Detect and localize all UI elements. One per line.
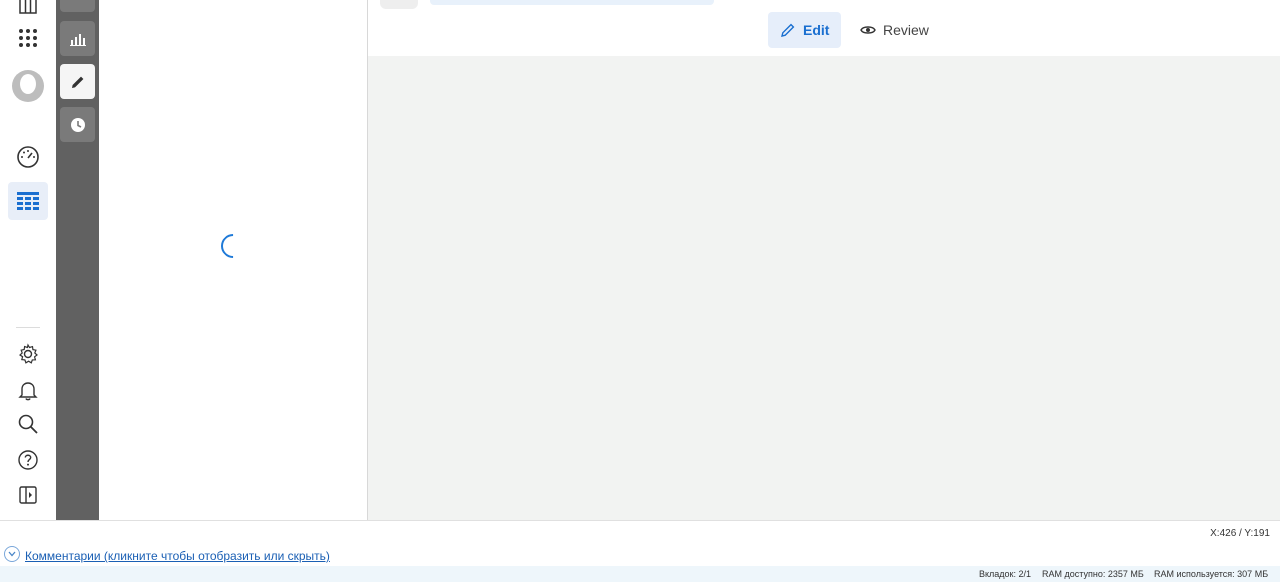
dashboard-gauge-icon: [17, 146, 39, 168]
edit-mode-button[interactable]: Edit: [768, 12, 842, 48]
apps-button[interactable]: [8, 19, 48, 57]
main-area: Edit Review: [368, 0, 1280, 520]
status-bar: Вкладок: 2/1 RAM доступно: 2357 МБ RAM и…: [0, 566, 1280, 582]
panel-toggle-button[interactable]: [8, 476, 48, 514]
strip-top-button[interactable]: [60, 0, 95, 12]
toolbar-placeholder-button: [380, 0, 418, 9]
rail-divider: [16, 327, 40, 328]
help-button[interactable]: [8, 441, 48, 479]
apps-grid-icon: [19, 29, 37, 47]
loading-spinner-icon: [216, 229, 250, 263]
tabs-count: Вкладок: 2/1: [979, 569, 1032, 579]
avatar[interactable]: [8, 67, 48, 105]
edit-mode-label: Edit: [803, 22, 830, 38]
pencil-outline-icon: [781, 23, 795, 37]
mode-toolbar: Edit Review: [368, 0, 1280, 56]
review-mode-label: Review: [883, 22, 929, 38]
notifications-button[interactable]: [8, 371, 48, 409]
comments-bar: Комментарии (кликните чтобы отобразить и…: [0, 544, 1280, 566]
toolbar-placeholder-field: [430, 0, 714, 5]
icon-rail: [0, 0, 56, 520]
settings-button[interactable]: [8, 335, 48, 373]
layout-icon: [19, 0, 37, 14]
bar-chart-icon: [69, 33, 86, 46]
eye-icon: [860, 26, 876, 34]
review-mode-button[interactable]: Review: [848, 12, 941, 48]
coordinate-bar: X:426 / Y:191: [0, 520, 1280, 545]
avatar-icon: [12, 70, 44, 102]
bell-icon: [18, 382, 38, 401]
help-icon: [18, 450, 38, 470]
panel-toggle-icon: [19, 486, 37, 504]
clock-icon: [70, 117, 85, 132]
side-panel: [99, 0, 368, 520]
statistics-button[interactable]: [60, 21, 95, 56]
ram-used: RAM используется: 307 МБ: [1154, 569, 1269, 579]
cursor-coordinates: X:426 / Y:191: [1210, 528, 1270, 539]
history-button[interactable]: [60, 107, 95, 142]
pencil-icon: [71, 76, 83, 88]
search-icon: [18, 414, 38, 434]
chevron-down-icon[interactable]: [4, 546, 20, 562]
search-button[interactable]: [8, 405, 48, 443]
table-icon: [17, 192, 39, 210]
table-button[interactable]: [8, 182, 48, 220]
ram-available: RAM доступно: 2357 МБ: [1042, 569, 1144, 579]
tool-strip: [56, 0, 99, 520]
settings-gear-icon: [19, 343, 38, 364]
edit-tool-button[interactable]: [60, 64, 95, 99]
comments-toggle-link[interactable]: Комментарии (кликните чтобы отобразить и…: [25, 549, 330, 563]
dashboard-button[interactable]: [8, 138, 48, 176]
